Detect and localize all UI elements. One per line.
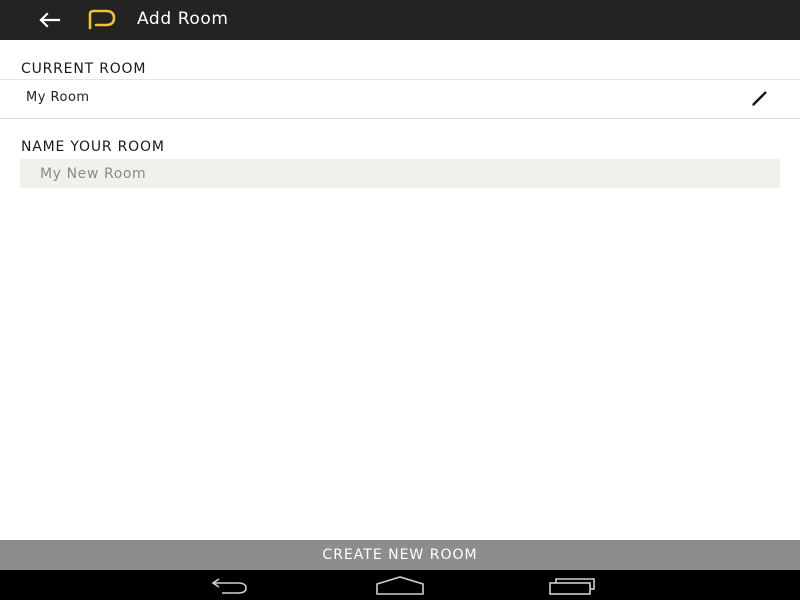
app-bar: Add Room (0, 0, 800, 40)
app-logo-icon (88, 9, 116, 30)
current-room-row: My Room (0, 79, 800, 119)
nav-recents-icon (549, 578, 595, 595)
system-home-button[interactable] (376, 574, 424, 596)
pencil-icon (752, 91, 767, 106)
current-room-value: My Room (26, 90, 90, 105)
room-name-input[interactable] (20, 159, 780, 188)
page-title: Add Room (137, 9, 229, 29)
edit-room-button[interactable] (748, 88, 770, 110)
system-back-button[interactable] (206, 574, 252, 596)
nav-back-icon (211, 578, 247, 594)
name-room-label: NAME YOUR ROOM (21, 139, 165, 155)
current-room-label: CURRENT ROOM (21, 61, 147, 77)
back-button[interactable] (36, 10, 62, 30)
nav-home-icon (376, 576, 424, 595)
create-room-button[interactable]: CREATE NEW ROOM (0, 540, 800, 570)
system-recents-button[interactable] (548, 574, 596, 596)
arrow-left-icon (39, 12, 61, 28)
system-nav-bar (0, 570, 800, 600)
